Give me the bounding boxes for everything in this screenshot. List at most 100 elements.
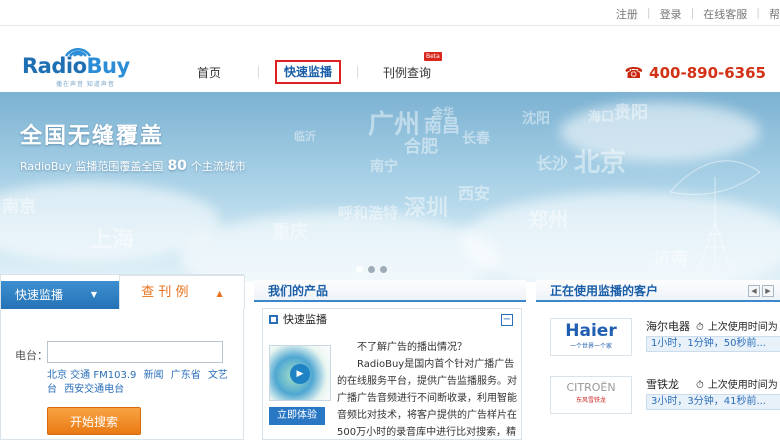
city-label: 临沂 — [294, 130, 316, 143]
banner-city-count: 80 — [167, 158, 187, 174]
client-name: 雪铁龙 — [646, 378, 679, 391]
city-label: 上海 — [90, 228, 135, 253]
client-item[interactable]: Haier 一个世界一个家 海尔电器 ⏱ 上次使用时间为 1小时，1分钟，50秒前… — [550, 318, 780, 358]
hotline-number: 400-890-6365 — [649, 64, 766, 82]
carousel-dot[interactable] — [380, 266, 387, 273]
product-question: 不了解广告的播出情况？ — [357, 342, 467, 353]
clients-title: 正在使用监播的客户 ◀ ▶ — [536, 280, 780, 302]
divider: | — [756, 6, 760, 19]
product-body: RadioBuy是国内首个针对广播广告的在线服务平台，提供广告监播服务。对广播广… — [337, 359, 517, 438]
suggestion-link[interactable]: 西安交通电台 — [64, 384, 124, 395]
main-nav: 首页 快速监播 刊例查询 Beta — [160, 52, 456, 84]
station-suggestions: 北京 交通 FM103.9 新闻 广东省 文艺台 西安交通电台 — [47, 369, 237, 397]
city-label: 北京 — [574, 148, 627, 178]
products-section: 我们的产品 快速监播 − ▶ 立即体验 不了解广告的播出情况？ RadioBuy… — [254, 280, 526, 440]
phone-icon: ☎ — [624, 64, 644, 82]
banner-subline-prefix: RadioBuy 监播范围覆盖全国 — [20, 160, 164, 173]
last-used-label: 上次使用时间为 — [707, 380, 778, 391]
online-service-link[interactable]: 在线客服 — [703, 6, 747, 22]
beta-badge: Beta — [424, 52, 442, 61]
product-description: 不了解广告的播出情况？ RadioBuy是国内首个针对广播广告的在线服务平台，提… — [337, 339, 519, 440]
station-input[interactable] — [47, 341, 223, 363]
products-title: 我们的产品 — [254, 280, 526, 302]
divider: | — [690, 6, 695, 19]
suggestion-link[interactable]: 广东省 — [171, 370, 201, 381]
product-image: ▶ — [269, 345, 331, 401]
client-name: 海尔电器 — [646, 320, 690, 333]
client-last-used-time: 3小时，3分钟，41秒前... — [646, 394, 780, 410]
satellite-tower-icon — [669, 160, 761, 268]
help-link[interactable]: 帮 — [769, 6, 780, 22]
clock-icon: ⏱ — [696, 380, 704, 391]
city-label: 贵阳 — [614, 103, 648, 123]
suggestion-link[interactable]: 新闻 — [144, 370, 164, 381]
top-links: 注册 | 登录 | 在线客服 | 帮 — [616, 6, 780, 22]
collapse-icon[interactable]: − — [501, 314, 513, 326]
logo-wordmark: RadioBuy — [22, 54, 130, 78]
search-panel: 快速监播 ▼ 查 刊 例 ▲ 电台： 北京 交通 FM103.9 新闻 广东省 文… — [0, 274, 245, 440]
site-header: RadioBuy 播在声音 知道声音 首页 快速监播 刊例查询 Beta ☎ 4… — [0, 26, 780, 92]
product-card-header: 快速监播 − — [263, 309, 521, 331]
clients-title-text: 正在使用监播的客户 — [550, 284, 659, 298]
city-label: 南京 — [2, 197, 36, 217]
city-label: 重庆 — [272, 222, 308, 243]
city-label: 郑州 — [528, 208, 568, 232]
content-area: 快速监播 ▼ 查 刊 例 ▲ 电台： 北京 交通 FM103.9 新闻 广东省 文… — [0, 274, 780, 440]
client-logo: CITROËN 东风雪铁龙 — [550, 376, 632, 414]
product-card-title: 快速监播 — [283, 313, 327, 326]
citroen-logo-subtitle: 东风雪铁龙 — [575, 397, 606, 404]
client-last-used-time: 1小时，1分钟，50秒前... — [646, 336, 780, 352]
product-card: 快速监播 − ▶ 立即体验 不了解广告的播出情况？ RadioBuy是国内首个针… — [262, 308, 522, 440]
banner-subline-suffix: 个主流城市 — [190, 160, 246, 173]
city-label: 海口 — [588, 110, 615, 125]
city-label: 沈阳 — [522, 111, 550, 127]
divider: | — [646, 6, 651, 19]
play-icon: ▶ — [290, 364, 310, 384]
citroen-logo-text: CITROËN — [566, 381, 616, 394]
tab-rate-query-label: 查 刊 例 — [141, 285, 189, 300]
next-arrow-icon[interactable]: ▶ — [762, 285, 774, 297]
carousel-dots — [356, 266, 387, 273]
tab-quick-monitor[interactable]: 快速监播 ▼ — [1, 281, 119, 309]
caret-up-icon: ▲ — [216, 289, 223, 298]
city-label: 合肥 — [404, 137, 438, 157]
login-link[interactable]: 登录 — [660, 6, 682, 22]
top-utility-bar: 注册 | 登录 | 在线客服 | 帮 — [0, 0, 780, 26]
nav-rate-query[interactable]: 刊例查询 — [358, 64, 456, 81]
nav-home[interactable]: 首页 — [160, 64, 258, 81]
suggestion-link[interactable]: 北京 交通 FM103.9 — [47, 370, 136, 381]
radiobuy-logo[interactable]: RadioBuy 播在声音 知道声音 — [22, 32, 130, 88]
tab-quick-monitor-label: 快速监播 — [15, 288, 64, 302]
city-label: 长春 — [462, 131, 490, 147]
carousel-dot[interactable] — [368, 266, 375, 273]
clock-icon: ⏱ — [696, 322, 704, 333]
city-label: 西安 — [458, 184, 491, 203]
hotline: ☎ 400-890-6365 — [624, 64, 766, 82]
client-pager: ◀ ▶ — [748, 285, 774, 297]
carousel-dot[interactable] — [356, 266, 363, 273]
banner-headline: 全国无缝覆盖 — [20, 124, 165, 149]
city-label: 深圳 — [404, 196, 449, 221]
nav-quick-monitor[interactable]: 快速监播 — [275, 60, 341, 84]
station-label: 电台： — [15, 349, 48, 362]
tab-rate-query[interactable]: 查 刊 例 ▲ — [119, 275, 245, 309]
city-label: 南宁 — [370, 159, 398, 175]
register-link[interactable]: 注册 — [616, 6, 638, 22]
try-now-button[interactable]: 立即体验 — [269, 407, 325, 425]
search-tabs: 快速监播 ▼ 查 刊 例 ▲ — [1, 275, 245, 309]
client-item[interactable]: CITROËN 东风雪铁龙 雪铁龙 ⏱ 上次使用时间为 3小时，3分钟，41秒前.… — [550, 376, 780, 416]
haier-logo-text: Haier — [565, 321, 617, 341]
caret-down-icon: ▼ — [90, 290, 97, 299]
last-used: ⏱ 上次使用时间为 — [696, 376, 778, 391]
start-search-button[interactable]: 开始搜索 — [47, 407, 141, 435]
coverage-banner[interactable]: 广州 南昌 北京 贵阳 合肥 南宁 长沙 深圳 西安 郑州 上海 重庆 济南 南… — [0, 92, 780, 282]
haier-logo-slogan: 一个世界一个家 — [569, 343, 612, 350]
clients-section: 正在使用监播的客户 ◀ ▶ Haier 一个世界一个家 海尔电器 ⏱ 上次使用时间… — [536, 280, 780, 440]
city-label: 金华 — [432, 106, 454, 119]
last-used: ⏱ 上次使用时间为 — [696, 318, 778, 333]
last-used-label: 上次使用时间为 — [707, 322, 778, 333]
banner-subline: RadioBuy 监播范围覆盖全国 80 个主流城市 — [20, 158, 246, 174]
prev-arrow-icon[interactable]: ◀ — [748, 285, 760, 297]
square-icon — [269, 315, 278, 324]
nav-divider — [258, 66, 259, 78]
